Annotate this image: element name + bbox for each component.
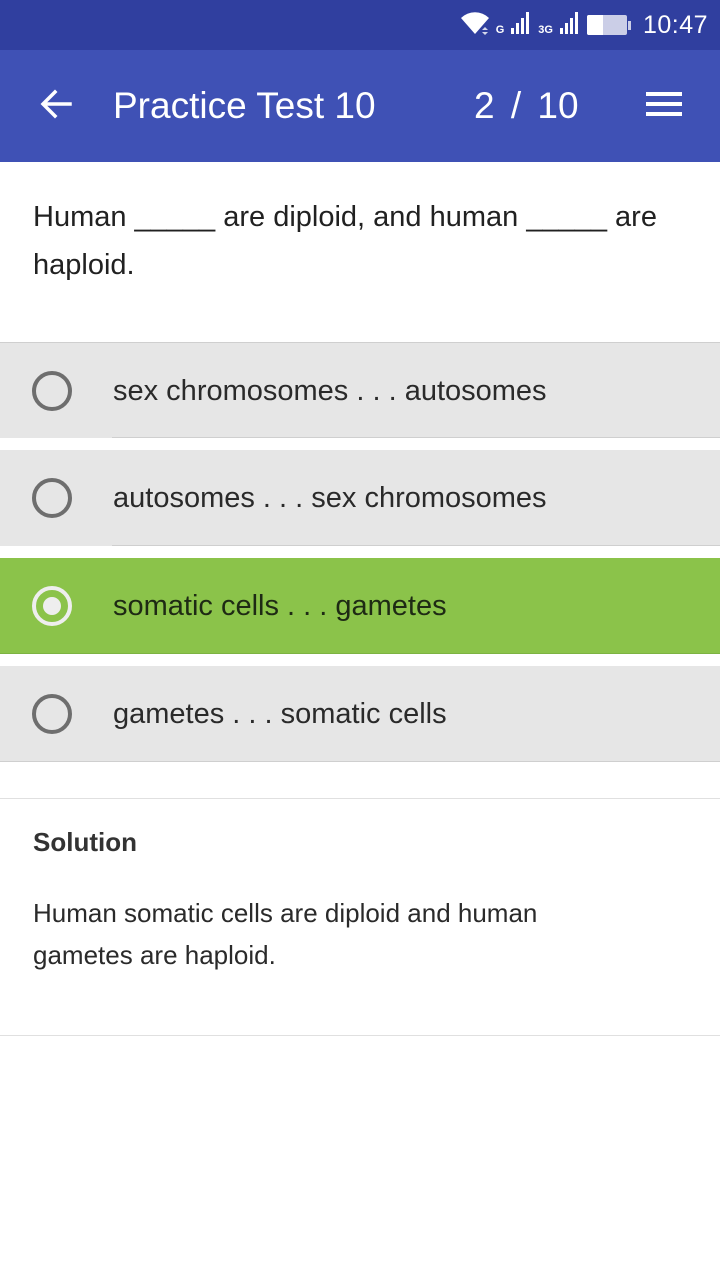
solution-card: Solution Human somatic cells are diploid… xyxy=(0,798,720,1036)
radio-button-checked-icon[interactable] xyxy=(32,586,72,626)
battery-icon xyxy=(586,15,627,35)
status-icons: G 3G 10:47 xyxy=(460,0,708,50)
battery-tip xyxy=(627,20,631,30)
status-bar: G 3G 10:47 xyxy=(0,0,720,50)
divider xyxy=(0,761,720,762)
radio-button-unchecked-icon[interactable] xyxy=(32,371,72,411)
status-time: 10:47 xyxy=(642,10,708,39)
answer-option[interactable]: autosomes . . . sex chromosomes xyxy=(0,450,720,546)
signal-icon xyxy=(559,11,581,40)
divider xyxy=(112,437,720,438)
solution-title: Solution xyxy=(33,827,137,857)
network-type-label: G xyxy=(495,24,505,36)
network-type-label: 3G xyxy=(538,24,553,36)
question-text: Human _____ are diploid, and human _____… xyxy=(33,201,657,281)
answer-option-label: gametes . . . somatic cells xyxy=(113,698,447,730)
wifi-icon xyxy=(460,10,490,41)
page-title: Practice Test 10 xyxy=(113,85,376,126)
hamburger-menu-icon xyxy=(645,90,683,123)
answer-option-label: autosomes . . . sex chromosomes xyxy=(113,482,547,514)
solution-text: Human somatic cells are diploid and huma… xyxy=(33,898,538,970)
signal-icon xyxy=(510,11,532,40)
divider xyxy=(0,653,720,654)
question-progress: 2 / 10 xyxy=(474,85,579,126)
answer-option[interactable]: gametes . . . somatic cells xyxy=(0,666,720,762)
app-toolbar: Practice Test 10 2 / 10 xyxy=(0,50,720,162)
radio-button-unchecked-icon[interactable] xyxy=(32,694,72,734)
answer-option[interactable]: sex chromosomes . . . autosomes xyxy=(0,342,720,438)
radio-dot xyxy=(43,597,61,615)
radio-button-unchecked-icon[interactable] xyxy=(32,478,72,518)
menu-button[interactable] xyxy=(636,78,692,134)
answer-option-label: sex chromosomes . . . autosomes xyxy=(113,375,547,407)
arrow-left-icon xyxy=(38,86,74,127)
divider xyxy=(112,545,720,546)
answer-option-label: somatic cells . . . gametes xyxy=(113,590,447,622)
battery-level xyxy=(586,15,603,35)
answer-option-selected[interactable]: somatic cells . . . gametes xyxy=(0,558,720,654)
back-button[interactable] xyxy=(28,78,84,134)
